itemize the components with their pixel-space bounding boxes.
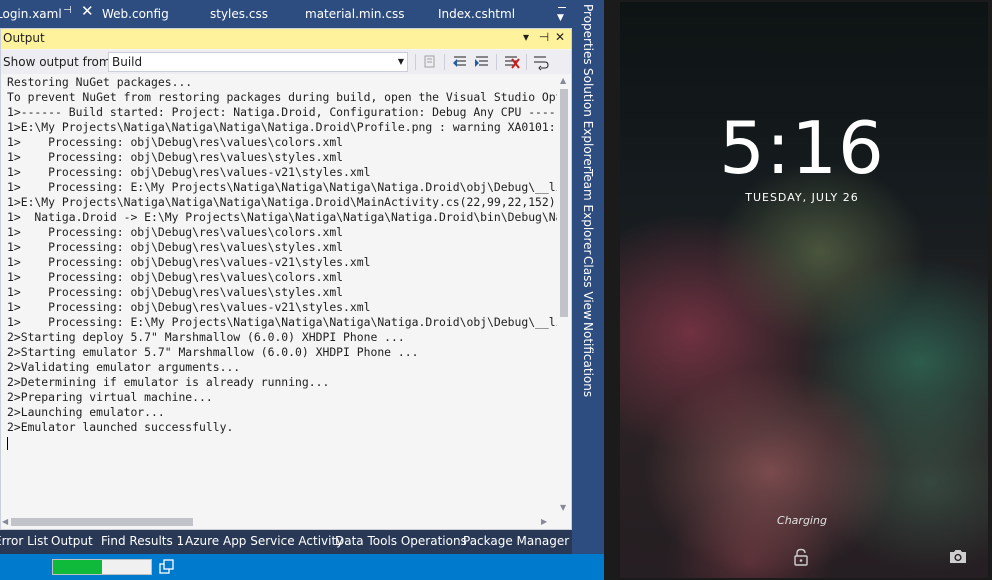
tab-login-xaml[interactable]: Login.xaml xyxy=(0,5,62,23)
tab-find-results-1[interactable]: Find Results 1 xyxy=(101,534,184,548)
close-icon[interactable]: ✕ xyxy=(553,30,567,44)
document-tab-well: Login.xaml ⊣ ✕ Web.config styles.css mat… xyxy=(0,0,572,28)
output-line: 1> Processing: obj\Debug\res\values\styl… xyxy=(7,240,344,254)
build-progress-bar xyxy=(52,559,152,575)
output-line: 1> Processing: obj\Debug\res\values-v21\… xyxy=(7,165,371,179)
scroll-down-icon[interactable]: ▼ xyxy=(560,503,566,512)
pin-icon[interactable]: ⊣ xyxy=(63,5,72,16)
tab-overflow-button[interactable]: ▼ xyxy=(552,0,572,28)
toolbar-divider xyxy=(415,54,416,70)
build-progress-fill xyxy=(53,560,102,574)
toolbar-divider xyxy=(526,54,527,70)
output-window: Output ▾ ⊣ ✕ Show output from: Build ▼ R… xyxy=(0,28,572,530)
lock-screen[interactable]: 5:16 TUESDAY, JULY 26 Charging xyxy=(620,2,988,578)
output-title: Output xyxy=(3,31,45,45)
output-line: 2>Preparing virtual machine... xyxy=(7,390,213,404)
show-output-from-label: Show output from: xyxy=(3,55,115,69)
toolbar-divider xyxy=(496,54,497,70)
tab-azure-app-service-activity[interactable]: Azure App Service Activity xyxy=(185,534,343,548)
horizontal-scroll-thumb[interactable] xyxy=(11,518,193,526)
tab-error-list[interactable]: Error List xyxy=(0,534,48,548)
tab-solution-explorer[interactable]: Solution Explorer xyxy=(572,68,604,171)
output-line: 2>Validating emulator arguments... xyxy=(7,360,241,374)
chevron-down-icon: ▼ xyxy=(557,13,564,23)
output-line: 1> Processing: obj\Debug\res\values-v21\… xyxy=(7,255,371,269)
auto-hide-pin-icon[interactable]: ⊣ xyxy=(537,30,551,44)
lock-screen-date: TUESDAY, JULY 26 xyxy=(745,191,859,204)
side-tool-window-strip: Properties Solution Explorer Team Explor… xyxy=(572,0,604,554)
tool-window-tabs: Error List Output Find Results 1 Azure A… xyxy=(0,530,572,554)
clear-all-icon[interactable] xyxy=(421,53,439,71)
toggle-word-wrap-icon[interactable] xyxy=(532,53,550,71)
tab-index-cshtml[interactable]: Index.cshtml xyxy=(438,5,515,23)
output-line: 2>Starting deploy 5.7" Marshmallow (6.0.… xyxy=(7,330,405,344)
publish-icon[interactable] xyxy=(158,558,176,576)
output-line: 1>------ Build started: Project: Natiga.… xyxy=(7,105,557,119)
output-text-area[interactable]: Restoring NuGet packages... To prevent N… xyxy=(1,75,557,515)
output-line: 1> Processing: obj\Debug\res\values\styl… xyxy=(7,150,344,164)
horizontal-scrollbar[interactable]: ◀ ▶ xyxy=(1,515,557,529)
output-source-select[interactable]: Build ▼ xyxy=(108,52,408,72)
tab-notifications[interactable]: Notifications xyxy=(572,322,604,397)
tab-properties[interactable]: Properties xyxy=(572,4,604,65)
android-emulator-window: 5:16 TUESDAY, JULY 26 Charging xyxy=(604,0,992,580)
output-line: 1> Processing: obj\Debug\res\values\colo… xyxy=(7,225,344,239)
text-cursor xyxy=(7,437,8,450)
find-next-icon[interactable] xyxy=(473,53,491,71)
output-source-value: Build xyxy=(112,55,143,69)
tab-package-manager-console[interactable]: Package Manager Console xyxy=(463,534,572,548)
close-icon[interactable]: ✕ xyxy=(81,2,94,20)
output-line: 2>Starting emulator 5.7" Marshmallow (6.… xyxy=(7,345,419,359)
tab-material-min-css[interactable]: material.min.css xyxy=(305,5,404,23)
output-line: 1> Processing: E:\My Projects\Natiga\Nat… xyxy=(7,180,557,194)
lock-icon[interactable] xyxy=(793,548,809,566)
visual-studio-window: Login.xaml ⊣ ✕ Web.config styles.css mat… xyxy=(0,0,604,580)
tab-class-view[interactable]: Class View xyxy=(572,256,604,320)
output-line: 1> Processing: E:\My Projects\Natiga\Nat… xyxy=(7,315,557,329)
output-line: To prevent NuGet from restoring packages… xyxy=(7,90,557,104)
output-line: 2>Emulator launched successfully. xyxy=(7,420,234,434)
output-toolbar: Show output from: Build ▼ xyxy=(1,50,571,74)
scroll-up-icon[interactable]: ▲ xyxy=(560,76,566,85)
screen-root: Login.xaml ⊣ ✕ Web.config styles.css mat… xyxy=(0,0,992,580)
clear-output-icon[interactable] xyxy=(503,53,521,71)
output-line: 1> Processing: obj\Debug\res\values-v21\… xyxy=(7,300,371,314)
output-line: 1> Processing: obj\Debug\res\values\styl… xyxy=(7,285,344,299)
output-line: 2>Launching emulator... xyxy=(7,405,165,419)
output-line: 1>E:\My Projects\Natiga\Natiga\Natiga\Na… xyxy=(7,195,557,209)
output-line: 1> Processing: obj\Debug\res\values\colo… xyxy=(7,270,344,284)
output-line: Restoring NuGet packages... xyxy=(7,75,193,89)
tab-output[interactable]: Output xyxy=(51,534,93,548)
lock-screen-clock: 5:16 xyxy=(719,106,885,190)
tab-web-config[interactable]: Web.config xyxy=(102,5,169,23)
charging-status: Charging xyxy=(777,514,827,527)
output-line: 1> Natiga.Droid -> E:\My Projects\Natiga… xyxy=(7,210,557,224)
output-line: 1> Processing: obj\Debug\res\values\colo… xyxy=(7,135,344,149)
tab-team-explorer[interactable]: Team Explorer xyxy=(572,169,604,255)
vertical-scroll-thumb[interactable] xyxy=(560,89,568,317)
tab-data-tools-operations[interactable]: Data Tools Operations xyxy=(335,534,467,548)
scroll-left-icon[interactable]: ◀ xyxy=(2,517,8,526)
status-bar xyxy=(0,554,604,580)
camera-icon[interactable] xyxy=(949,548,967,564)
find-previous-icon[interactable] xyxy=(451,53,469,71)
output-line: 2>Determining if emulator is already run… xyxy=(7,375,330,389)
tab-styles-css[interactable]: styles.css xyxy=(210,5,268,23)
scroll-right-icon[interactable]: ▶ xyxy=(541,517,547,526)
output-title-bar[interactable]: Output ▾ ⊣ ✕ xyxy=(1,29,571,49)
vertical-scrollbar[interactable]: ▲ ▼ xyxy=(557,75,571,515)
toolbar-divider xyxy=(444,54,445,70)
window-position-icon[interactable]: ▾ xyxy=(519,30,533,44)
chevron-down-icon: ▼ xyxy=(397,57,404,66)
output-line: 1>E:\My Projects\Natiga\Natiga\Natiga\Na… xyxy=(7,120,556,134)
